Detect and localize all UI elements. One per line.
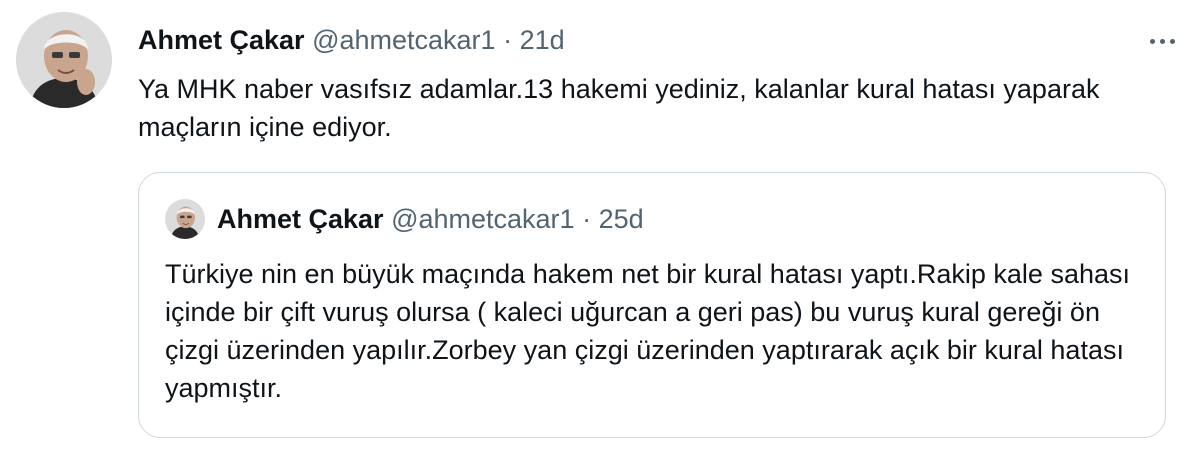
more-dots-icon	[1149, 38, 1155, 44]
tweet-header: Ahmet Çakar @ahmetcakar1 · 21d	[138, 22, 565, 58]
separator-dot: ·	[503, 25, 513, 55]
quoted-tweet-card[interactable]: Ahmet Çakar @ahmetcakar1 · 25d Türkiye n…	[138, 172, 1166, 438]
tweet-text: Ya MHK naber vasıfsız adamlar.13 hakemi …	[138, 74, 1100, 142]
more-dots-icon	[1169, 38, 1175, 44]
quoted-author-name[interactable]: Ahmet Çakar	[217, 204, 384, 234]
author-handle[interactable]: @ahmetcakar1	[312, 25, 496, 55]
more-dots-icon	[1159, 38, 1165, 44]
separator-dot: ·	[582, 204, 592, 234]
quoted-tweet-header: Ahmet Çakar @ahmetcakar1 · 25d	[217, 201, 644, 237]
quoted-tweet-text: Türkiye nin en büyük maçında hakem net b…	[165, 259, 1130, 403]
author-name[interactable]: Ahmet Çakar	[138, 25, 305, 55]
more-options-button[interactable]	[1140, 26, 1184, 56]
quoted-author-handle[interactable]: @ahmetcakar1	[391, 204, 575, 234]
tweet: Ahmet Çakar @ahmetcakar1 · 21d Ya MHK na…	[0, 0, 1200, 450]
quoted-tweet-timestamp[interactable]: 25d	[599, 204, 644, 234]
avatar-photo	[16, 12, 112, 108]
quoted-author-avatar[interactable]	[165, 199, 205, 239]
author-avatar[interactable]	[16, 12, 112, 108]
tweet-timestamp[interactable]: 21d	[520, 25, 565, 55]
avatar-photo	[165, 199, 205, 239]
